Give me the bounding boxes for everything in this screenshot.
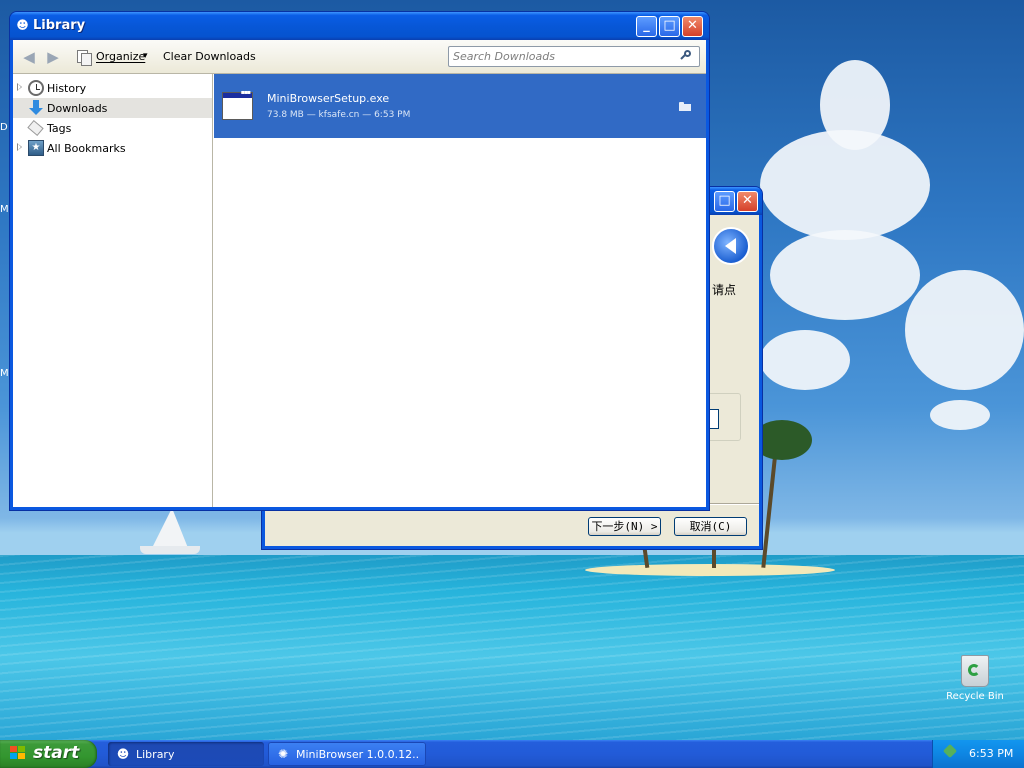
expand-arrow-icon[interactable] [17, 83, 22, 91]
recycle-bin[interactable]: Recycle Bin [940, 655, 1010, 702]
sidebar-item-downloads[interactable]: Downloads [13, 98, 212, 118]
tag-icon [28, 120, 44, 136]
start-button[interactable]: start [0, 740, 97, 768]
cloud [770, 230, 920, 320]
maximize-button[interactable]: □ [659, 16, 680, 37]
system-tray: 6:53 PM [932, 740, 1024, 768]
search-icon[interactable] [680, 50, 694, 63]
bookmarks-star-icon: ★ [28, 140, 44, 156]
cancel-button[interactable]: 取消(C) [674, 517, 747, 536]
cloud [930, 400, 990, 430]
organize-menu-button[interactable]: Organize ▾ [75, 40, 153, 73]
open-folder-icon[interactable] [679, 101, 691, 111]
cloud [905, 270, 1024, 390]
taskbar-button-label: MiniBrowser 1.0.0.12... [296, 748, 420, 761]
sailboat-hull [140, 546, 200, 554]
installer-instruction-text: 请点 [712, 283, 737, 297]
tray-network-icon[interactable] [945, 746, 959, 760]
installer-maximize-button[interactable]: □ [714, 191, 735, 212]
library-window[interactable]: ☻ Library _ □ ✕ ◀ ▶ Organize ▾ Clear Dow… [10, 12, 709, 510]
windows-logo-icon [10, 746, 27, 762]
download-details: 73.8 MB — kfsafe.cn — 6:53 PM [267, 110, 411, 120]
download-icon [28, 100, 44, 116]
sidebar-item-tags[interactable]: Tags [13, 118, 212, 138]
taskbar: start ☻ Library ✺ MiniBrowser 1.0.0.12..… [0, 740, 1024, 768]
chevron-down-icon: ▾ [143, 51, 148, 61]
taskbar-button-library[interactable]: ☻ Library [108, 742, 264, 766]
sea [0, 555, 1024, 740]
island [585, 564, 835, 576]
start-label: start [33, 743, 80, 763]
recycle-bin-label: Recycle Bin [946, 691, 1004, 702]
library-titlebar[interactable]: ☻ Library _ □ ✕ [10, 12, 709, 40]
firefox-icon: ☻ [116, 747, 130, 761]
library-toolbar: ◀ ▶ Organize ▾ Clear Downloads [13, 40, 706, 74]
desktop-icon-label: M [0, 204, 9, 215]
sidebar-item-history[interactable]: History [13, 78, 212, 98]
search-input[interactable] [453, 49, 673, 64]
taskbar-button-label: Library [136, 748, 175, 761]
library-body: ◀ ▶ Organize ▾ Clear Downloads History [13, 40, 706, 507]
window-title: Library [33, 18, 86, 33]
taskbar-button-minibrowser[interactable]: ✺ MiniBrowser 1.0.0.12... [268, 742, 426, 766]
downloads-list: MiniBrowserSetup.exe 73.8 MB — kfsafe.cn… [213, 74, 706, 507]
sidebar-item-label: Downloads [47, 102, 108, 115]
desktop-icon-label: M [0, 368, 9, 379]
clock[interactable]: 6:53 PM [969, 747, 1013, 760]
organize-icon [77, 48, 92, 66]
download-item[interactable]: MiniBrowserSetup.exe 73.8 MB — kfsafe.cn… [214, 74, 706, 138]
sidebar-item-label: Tags [47, 122, 72, 135]
download-file-name: MiniBrowserSetup.exe [267, 92, 390, 105]
minibrowser-logo-icon [712, 227, 750, 265]
search-field[interactable] [448, 46, 700, 67]
recycle-bin-icon [961, 655, 989, 687]
next-button[interactable]: 下一步(N) > [588, 517, 661, 536]
minimize-button[interactable]: _ [636, 16, 657, 37]
exe-file-icon [222, 89, 253, 120]
cloud [760, 330, 850, 390]
sidebar-item-all-bookmarks[interactable]: ★ All Bookmarks [13, 138, 212, 158]
sidebar-item-label: All Bookmarks [47, 142, 126, 155]
sidebar-item-label: History [47, 82, 87, 95]
minibrowser-icon: ✺ [277, 747, 289, 761]
organize-label: Organize [96, 50, 146, 63]
expand-arrow-icon[interactable] [17, 143, 22, 151]
clear-downloads-button[interactable]: Clear Downloads [163, 50, 256, 63]
firefox-icon: ☻ [16, 18, 29, 32]
installer-close-button[interactable]: ✕ [737, 191, 758, 212]
library-sidebar: History Downloads Tags ★ All Bookmarks [13, 74, 213, 507]
clock-icon [28, 80, 44, 96]
back-arrow-icon[interactable]: ◀ [21, 49, 37, 65]
desktop-icon-label: D [0, 122, 8, 133]
sailboat-sail [152, 508, 188, 548]
close-button[interactable]: ✕ [682, 16, 703, 37]
forward-arrow-icon[interactable]: ▶ [45, 49, 61, 65]
cloud [820, 60, 890, 150]
